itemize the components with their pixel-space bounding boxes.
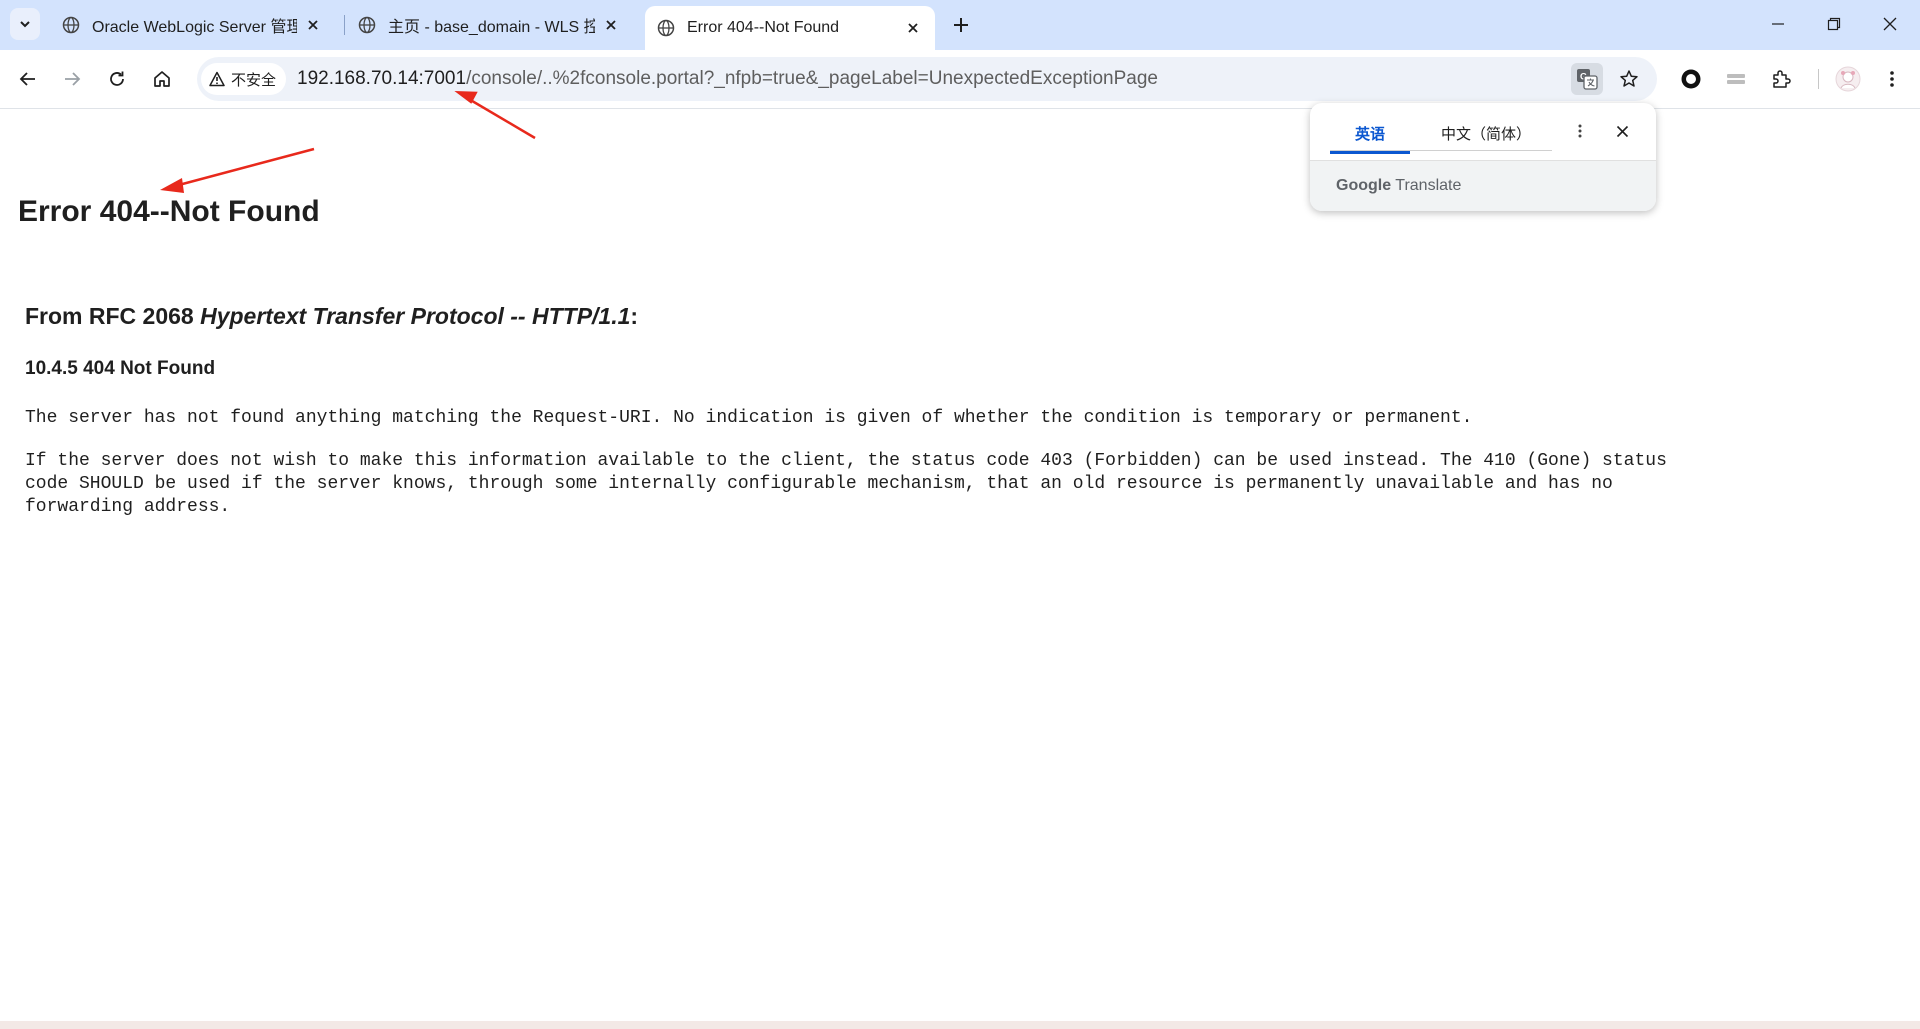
translate-label: Translate — [1395, 177, 1462, 194]
puzzle-icon — [1773, 70, 1791, 88]
home-button[interactable] — [146, 63, 178, 95]
tab-search-button[interactable] — [10, 8, 40, 40]
stack-icon — [1727, 74, 1745, 84]
more-vert-icon — [1578, 124, 1582, 138]
url-path: /console/..%2fconsole.portal?_nfpb=true&… — [466, 68, 1158, 89]
globe-icon — [657, 19, 675, 37]
url-host: 192.168.70.14:7001 — [297, 68, 467, 89]
minimize-icon — [1772, 23, 1784, 25]
star-icon — [1620, 70, 1638, 87]
back-button[interactable] — [12, 63, 44, 95]
restore-icon — [1827, 17, 1841, 31]
avatar — [1835, 66, 1861, 92]
more-vert-icon — [1890, 71, 1894, 87]
record-icon — [1681, 69, 1701, 89]
bottom-edge — [0, 1021, 1920, 1029]
globe-icon — [62, 16, 80, 34]
paragraph-1: The server has not found anything matchi… — [25, 408, 1473, 428]
paragraph-2-line: code SHOULD be used if the server knows,… — [25, 474, 1613, 494]
arrow-left-icon — [19, 72, 35, 86]
tab-separator — [344, 15, 345, 35]
tab-underline — [1330, 150, 1552, 151]
close-icon[interactable] — [601, 15, 621, 35]
browser-toolbar: 不安全 192.168.70.14:7001/console/..%2fcons… — [0, 50, 1920, 109]
rfc-prefix: From RFC 2068 — [25, 303, 201, 329]
forward-button[interactable] — [56, 63, 88, 95]
close-icon[interactable] — [903, 18, 923, 38]
chevron-down-icon — [20, 21, 30, 28]
translate-footer: Google Translate — [1310, 160, 1656, 211]
translate-options-button[interactable] — [1566, 117, 1594, 145]
tab-title: Error 404--Not Found — [687, 19, 840, 36]
url-text[interactable]: 192.168.70.14:7001/console/..%2fconsole.… — [297, 68, 1158, 90]
paragraph-2-line: If the server does not wish to make this… — [25, 451, 1667, 471]
new-tab-button[interactable] — [945, 9, 977, 41]
google-logo: Google — [1336, 177, 1392, 194]
browser-menu-button[interactable] — [1876, 63, 1908, 95]
translate-popup: 英语 中文（简体） Google Translate — [1310, 103, 1656, 211]
warning-icon — [209, 71, 225, 87]
tab-strip: Oracle WebLogic Server 管理 主页 - base_doma… — [0, 0, 1920, 50]
rfc-suffix: : — [630, 303, 639, 329]
tab-weblogic-admin[interactable]: Oracle WebLogic Server 管理 — [50, 0, 335, 50]
rfc-title: Hypertext Transfer Protocol -- HTTP/1.1 — [200, 303, 631, 329]
security-chip[interactable]: 不安全 — [201, 63, 287, 95]
google-translate-brand: Google Translate — [1336, 177, 1461, 195]
home-icon — [154, 71, 170, 87]
globe-icon — [358, 16, 376, 34]
extension-button[interactable] — [1675, 63, 1707, 95]
arrow-right-icon — [65, 72, 81, 86]
bookmark-button[interactable] — [1613, 63, 1645, 95]
close-icon — [1616, 125, 1628, 137]
translate-icon: G — [1577, 69, 1598, 90]
paragraph-2: If the server does not wish to make this… — [25, 450, 1895, 519]
section-heading: 10.4.5 404 Not Found — [25, 358, 216, 379]
extensions-menu-button[interactable] — [1765, 63, 1797, 95]
page-title: Error 404--Not Found — [18, 195, 320, 228]
target-language-tab[interactable]: 中文（简体） — [1420, 115, 1552, 151]
source-language-tab[interactable]: 英语 — [1330, 115, 1410, 154]
reload-button[interactable] — [101, 63, 133, 95]
paragraph-2-line: forwarding address. — [25, 497, 231, 517]
toolbar-separator — [1818, 69, 1819, 89]
rfc-heading: From RFC 2068 Hypertext Transfer Protoco… — [25, 303, 638, 330]
reload-icon — [110, 71, 124, 86]
close-icon — [1883, 17, 1897, 31]
translate-close-button[interactable] — [1608, 117, 1636, 145]
plus-icon — [954, 18, 968, 32]
page-content: Error 404--Not Found From RFC 2068 Hyper… — [0, 109, 1920, 1021]
restore-button[interactable] — [1806, 0, 1862, 48]
tab-title: Oracle WebLogic Server 管理 — [92, 19, 297, 36]
security-label: 不安全 — [231, 71, 277, 89]
close-icon[interactable] — [303, 15, 323, 35]
profile-button[interactable] — [1832, 63, 1864, 95]
minimize-button[interactable] — [1750, 0, 1806, 48]
close-window-button[interactable] — [1862, 0, 1918, 48]
extension-button[interactable] — [1720, 63, 1752, 95]
address-bar[interactable]: 不安全 192.168.70.14:7001/console/..%2fcons… — [197, 57, 1657, 101]
tab-wls-console-home[interactable]: 主页 - base_domain - WLS 控 — [348, 0, 633, 50]
tab-error-404[interactable]: Error 404--Not Found — [645, 6, 935, 50]
translate-page-button[interactable]: G — [1571, 63, 1603, 95]
tab-title: 主页 - base_domain - WLS 控 — [388, 19, 595, 36]
